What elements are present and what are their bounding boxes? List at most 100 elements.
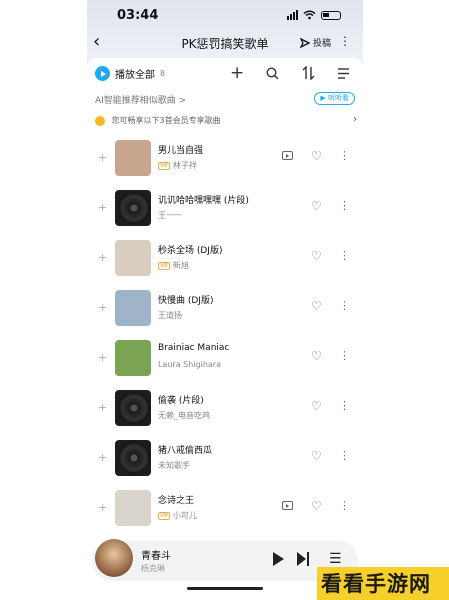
vip-notice-text: 您可畅享以下3首会员专享歌曲: [111, 116, 221, 125]
more-options-icon[interactable]: ⋮: [339, 149, 350, 162]
album-cover: [115, 340, 151, 376]
play-all-button[interactable]: 播放全部 8: [95, 66, 165, 81]
song-title: 念诗之王: [158, 496, 195, 506]
song-list-card: 播放全部 8 + AI智能推荐相似歌曲 > ▶ 听听看 您可畅享以下3首会员专享…: [87, 58, 363, 600]
song-row[interactable]: + 秒杀全场 (DJ版) VIP 新旭 ♡ ⋮: [87, 240, 363, 278]
song-artist: 王一一: [158, 211, 182, 220]
song-title: 偷袭 (片段): [158, 396, 204, 406]
add-to-playlist-icon[interactable]: +: [98, 201, 107, 214]
chevron-right-icon: ›: [353, 114, 357, 125]
add-to-playlist-icon[interactable]: +: [98, 501, 107, 514]
song-artist: 新旭: [172, 261, 189, 270]
song-artist: 小可儿: [172, 511, 197, 520]
more-options-icon[interactable]: ⋮: [339, 499, 350, 512]
play-circle-icon: [95, 66, 110, 81]
next-track-icon[interactable]: [297, 551, 311, 567]
vip-notice-row[interactable]: 您可畅享以下3首会员专享歌曲 ›: [95, 114, 357, 127]
manage-list-icon[interactable]: [337, 68, 350, 79]
add-to-playlist-icon[interactable]: +: [98, 301, 107, 314]
song-artist-line: VIP 小可儿: [158, 510, 197, 521]
song-row[interactable]: + 快慢曲 (DJ版) 王道扬 ♡ ⋮: [87, 290, 363, 328]
status-time: 03:44: [117, 8, 159, 23]
status-bar: 03:44: [87, 6, 363, 26]
song-row[interactable]: + 偷袭 (片段) 无赖_电音吃鸡 ♡ ⋮: [87, 390, 363, 428]
album-cover: [115, 390, 151, 426]
song-row[interactable]: + 讥讥哈哈嘿嘿嘿 (片段) 王一一 ♡ ⋮: [87, 190, 363, 228]
song-artist-line: VIP 新旭: [158, 260, 189, 271]
album-cover: [115, 490, 151, 526]
more-options-icon[interactable]: ⋮: [339, 399, 350, 412]
play-icon[interactable]: [273, 552, 284, 566]
player-title: 青春斗: [141, 551, 171, 562]
song-row[interactable]: + 男儿当自强 VIP 林子祥 ♡ ⋮: [87, 140, 363, 178]
album-cover: [115, 440, 151, 476]
album-cover: [115, 240, 151, 276]
song-count: 8: [160, 69, 166, 78]
ai-recommend-text: AI智能推荐相似歌曲 >: [95, 96, 187, 106]
more-options-icon[interactable]: ⋮: [339, 349, 350, 362]
song-artist: 王道扬: [158, 311, 182, 320]
more-options-icon[interactable]: ⋮: [339, 249, 350, 262]
add-icon[interactable]: +: [230, 65, 244, 82]
more-options-icon[interactable]: ⋮: [339, 299, 350, 312]
song-title: 猪八戒偷西瓜: [158, 446, 213, 456]
add-to-playlist-icon[interactable]: +: [98, 151, 107, 164]
heart-icon[interactable]: ♡: [311, 399, 322, 413]
more-options-icon[interactable]: ⋮: [339, 199, 350, 212]
status-icons: [287, 10, 341, 20]
song-artist-line: Laura Shigihara: [158, 360, 221, 369]
mv-icon[interactable]: [282, 151, 293, 160]
watermark-text: 看看手游网: [321, 572, 431, 596]
song-row[interactable]: + 猪八戒偷西瓜 未知歌手 ♡ ⋮: [87, 440, 363, 478]
list-toolbar: 播放全部 8 +: [87, 64, 363, 84]
heart-icon[interactable]: ♡: [311, 249, 322, 263]
listen-button[interactable]: ▶ 听听看: [314, 92, 355, 105]
add-to-playlist-icon[interactable]: +: [98, 451, 107, 464]
heart-icon[interactable]: ♡: [311, 149, 322, 163]
add-to-playlist-icon[interactable]: +: [98, 251, 107, 264]
song-row[interactable]: + Brainiac Maniac Laura Shigihara ♡ ⋮: [87, 340, 363, 378]
cast-button[interactable]: 投稿: [299, 36, 331, 49]
song-artist: 无赖_电音吃鸡: [158, 411, 210, 420]
nav-bar: ‹ PK惩罚搞笑歌单 投稿 ⋮: [87, 32, 363, 54]
song-artist: 林子祥: [172, 161, 197, 170]
song-artist-line: 王一一: [158, 210, 182, 221]
song-artist-line: VIP 林子祥: [158, 160, 197, 171]
home-indicator: [187, 587, 263, 590]
battery-icon: [321, 10, 341, 20]
album-cover: [115, 140, 151, 176]
playlist-queue-icon[interactable]: ☰: [329, 551, 342, 567]
search-icon[interactable]: [266, 67, 279, 80]
song-artist-line: 王道扬: [158, 310, 182, 321]
album-cover: [115, 190, 151, 226]
add-to-playlist-icon[interactable]: +: [98, 351, 107, 364]
player-artist: 杨克琳: [141, 564, 165, 573]
more-options-icon[interactable]: ⋮: [339, 449, 350, 462]
vip-tag: VIP: [158, 262, 170, 270]
vip-badge-icon: [95, 115, 105, 126]
heart-icon[interactable]: ♡: [311, 349, 322, 363]
song-row[interactable]: + 念诗之王 VIP 小可儿 ♡ ⋮: [87, 490, 363, 528]
heart-icon[interactable]: ♡: [311, 199, 322, 213]
album-cover: [115, 290, 151, 326]
sort-icon[interactable]: [302, 66, 315, 80]
song-title: 男儿当自强: [158, 146, 204, 156]
cast-icon: [299, 37, 310, 48]
song-artist-line: 未知歌手: [158, 460, 190, 471]
play-all-label: 播放全部: [115, 70, 155, 81]
add-to-playlist-icon[interactable]: +: [98, 401, 107, 414]
heart-icon[interactable]: ♡: [311, 499, 322, 513]
mv-icon[interactable]: [282, 501, 293, 510]
song-title: 秒杀全场 (DJ版): [158, 246, 223, 256]
vip-tag: VIP: [158, 162, 170, 170]
ai-recommend-row[interactable]: AI智能推荐相似歌曲 > ▶ 听听看: [95, 92, 355, 106]
song-artist-line: 无赖_电音吃鸡: [158, 410, 210, 421]
song-title: 讥讥哈哈嘿嘿嘿 (片段): [158, 196, 249, 206]
more-vertical-icon[interactable]: ⋮: [339, 34, 351, 48]
player-cover[interactable]: [95, 539, 133, 577]
song-title: Brainiac Maniac: [158, 343, 230, 353]
song-title: 快慢曲 (DJ版): [158, 296, 214, 306]
heart-icon[interactable]: ♡: [311, 449, 322, 463]
phone-screen: 03:44 ‹ PK惩罚搞笑歌单 投稿 ⋮ 播放全部 8 + AI智能推荐相似歌…: [87, 0, 363, 600]
heart-icon[interactable]: ♡: [311, 299, 322, 313]
